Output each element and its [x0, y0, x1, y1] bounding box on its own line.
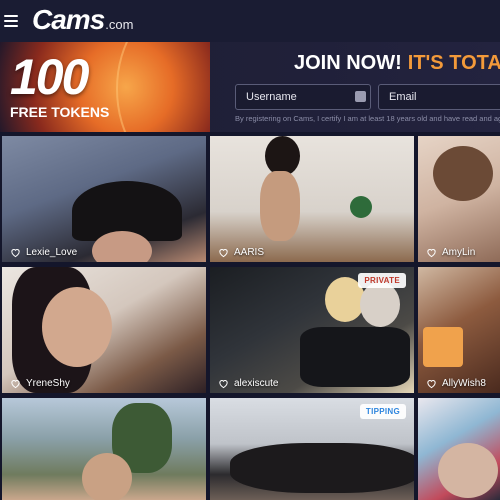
model-name: AmyLin	[442, 247, 476, 258]
model-name: Lexie_Love	[26, 247, 78, 258]
age-disclaimer: By registering on Cams, I certify I am a…	[235, 114, 500, 123]
model-name: AllyWish8	[442, 378, 486, 389]
promo-label: FREE TOKENS	[10, 104, 110, 120]
heart-icon[interactable]	[426, 247, 437, 258]
model-name-label: YreneShy	[10, 378, 70, 389]
logo-text: Cams	[32, 4, 105, 35]
model-tile[interactable]: AllyWish8	[418, 267, 500, 393]
model-name-label: Lexie_Love	[10, 247, 77, 258]
model-tile[interactable]: AARIS	[210, 136, 414, 262]
promo-number: 100	[10, 49, 89, 105]
model-name-label: AmyLin	[426, 247, 475, 258]
model-name-label: AllyWish8	[426, 378, 486, 389]
model-tile[interactable]: AmyLin	[418, 136, 500, 262]
model-tile[interactable]: Lexie_Love	[2, 136, 206, 262]
username-field[interactable]	[235, 84, 380, 110]
logo-suffix: .com	[105, 17, 134, 32]
join-now-text: JOIN NOW!	[294, 52, 402, 74]
model-grid: Lexie_Love AARIS AmyLin YreneShy PRIVATE	[0, 136, 500, 500]
private-badge: PRIVATE	[358, 273, 406, 288]
password-manager-icon[interactable]	[355, 91, 366, 102]
join-tagline: IT'S TOTAL	[407, 52, 500, 74]
model-name: YreneShy	[26, 378, 70, 389]
model-name: alexiscute	[234, 378, 279, 389]
free-tokens-promo[interactable]: 100 FREE TOKENS	[0, 42, 210, 132]
email-input[interactable]	[379, 85, 500, 109]
model-name: AARIS	[234, 247, 265, 258]
site-logo[interactable]: Cams .com	[32, 4, 133, 38]
model-name-label: AARIS	[218, 247, 264, 258]
top-bar: Cams .com	[0, 0, 500, 42]
hamburger-menu-icon[interactable]	[4, 15, 18, 27]
email-field[interactable]	[378, 84, 500, 110]
heart-icon[interactable]	[218, 378, 229, 389]
heart-icon[interactable]	[10, 247, 21, 258]
model-tile[interactable]	[2, 398, 206, 500]
heart-icon[interactable]	[426, 378, 437, 389]
heart-icon[interactable]	[218, 247, 229, 258]
signup-banner: 100 FREE TOKENS JOIN NOW!IT'S TOTAL By r…	[0, 42, 500, 132]
model-name-label: alexiscute	[218, 378, 278, 389]
model-tile[interactable]: YreneShy	[2, 267, 206, 393]
model-tile[interactable]: PRIVATE alexiscute	[210, 267, 414, 393]
model-tile[interactable]: TIPPING	[210, 398, 414, 500]
heart-icon[interactable]	[10, 378, 21, 389]
tipping-badge: TIPPING	[359, 404, 406, 419]
join-heading: JOIN NOW!IT'S TOTAL	[294, 52, 500, 75]
model-tile[interactable]	[418, 398, 500, 500]
